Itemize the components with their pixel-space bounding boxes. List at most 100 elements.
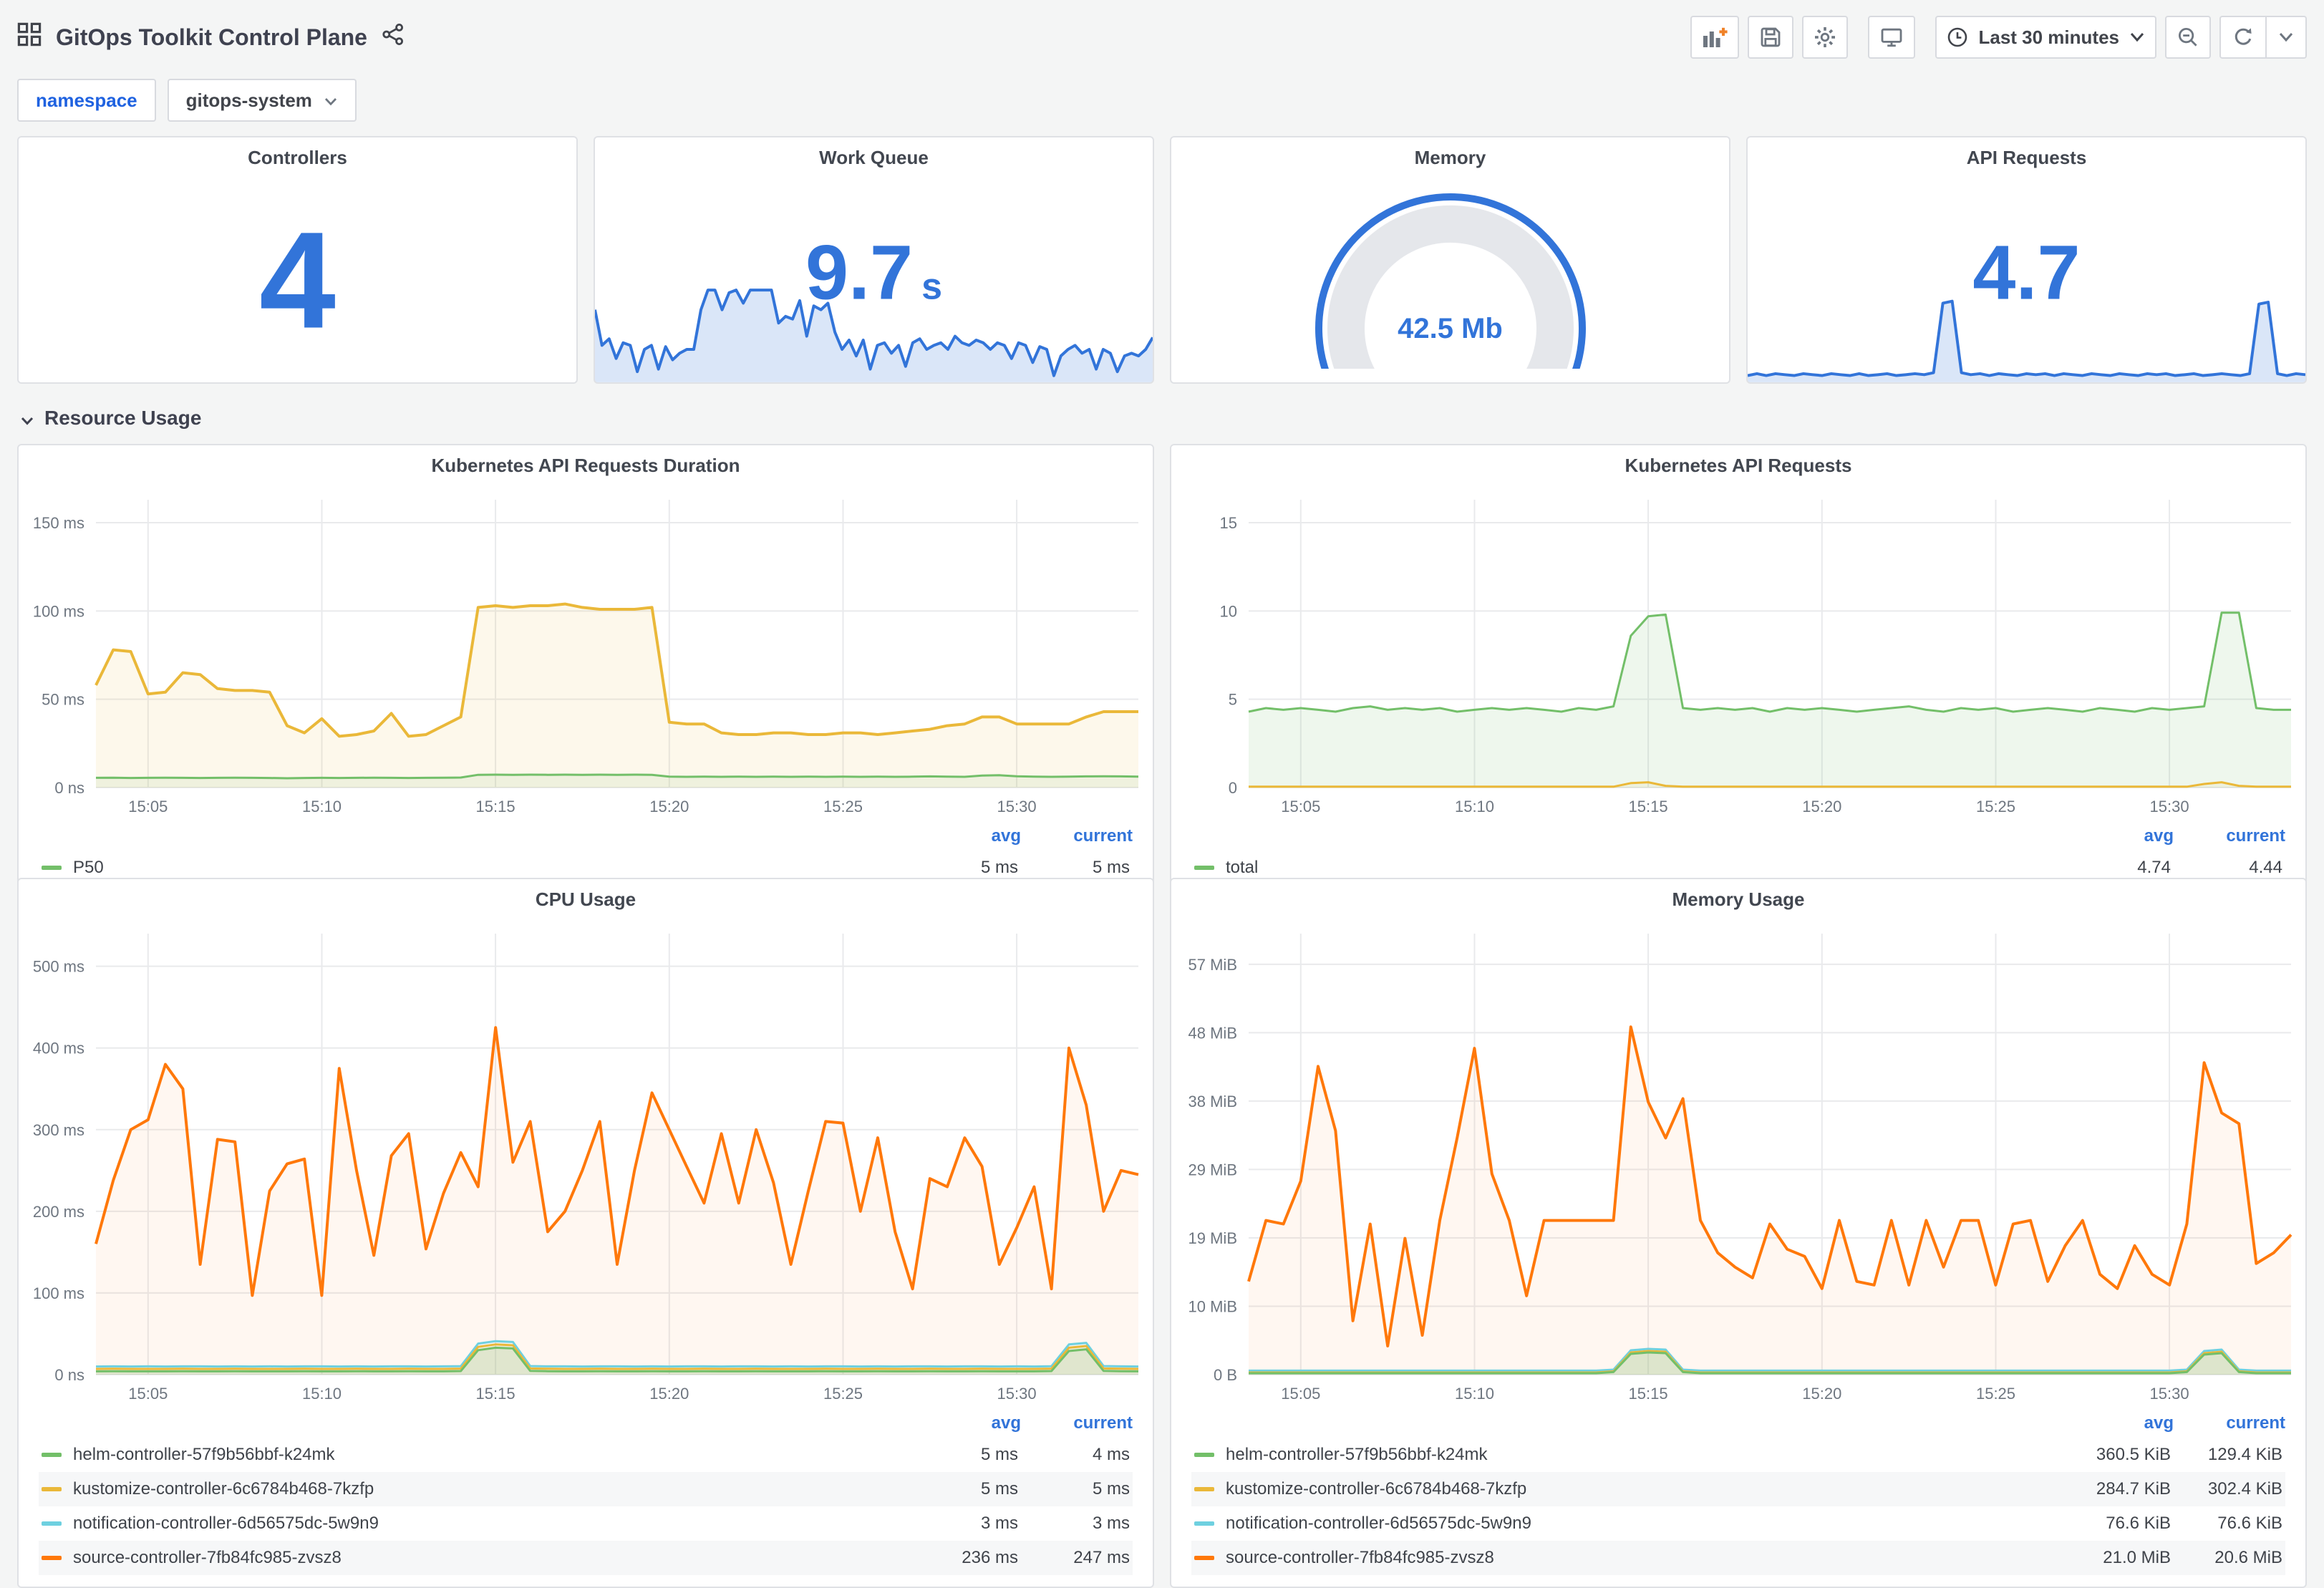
svg-text:15:25: 15:25 — [1976, 1385, 2015, 1403]
svg-text:15:15: 15:15 — [476, 1385, 515, 1403]
series-avg-value: 5 ms — [980, 1445, 1018, 1464]
svg-text:10: 10 — [1220, 602, 1237, 620]
series-avg-value: 236 ms — [962, 1548, 1018, 1567]
panel-title[interactable]: API Requests — [1748, 137, 2305, 178]
series-color-swatch — [1194, 1521, 1214, 1526]
section-title: Resource Usage — [44, 407, 202, 429]
series-current-value: 4.44 — [2249, 858, 2282, 877]
svg-text:500 ms: 500 ms — [33, 958, 84, 976]
chevron-down-icon — [324, 89, 338, 112]
panel-title[interactable]: Work Queue — [595, 137, 1153, 178]
cpu-usage-chart[interactable]: 0 ns 100 ms 200 ms 300 ms 400 ms 500 ms 15:05 1… — [19, 919, 1153, 1409]
legend-row[interactable]: helm-controller-57f9b56bbf-k24mk 5 ms 4 ms — [39, 1438, 1133, 1472]
variables-row: namespace gitops-system — [17, 76, 2307, 125]
series-color-swatch — [1194, 866, 1214, 870]
chevron-down-icon — [20, 405, 34, 432]
refresh-button-group — [2219, 16, 2307, 59]
legend-row[interactable]: source-controller-7fb84fc985-zvsz8 21.0 M… — [1191, 1541, 2285, 1575]
panel-title[interactable]: Controllers — [19, 137, 576, 178]
svg-text:38 MiB: 38 MiB — [1188, 1093, 1237, 1110]
k8s-api-duration-chart[interactable]: 0 ns 50 ms 100 ms 150 ms 15:05 15:10 15:15 15:2… — [19, 485, 1153, 822]
header-bar: GitOps Toolkit Control Plane Last 30 min… — [17, 9, 2307, 66]
variable-value-dropdown[interactable]: gitops-system — [167, 79, 357, 122]
series-current-value: 129.4 KiB — [2207, 1445, 2282, 1464]
series-color-swatch — [42, 1453, 62, 1457]
svg-text:15:05: 15:05 — [128, 1385, 168, 1403]
series-name: kustomize-controller-6c6784b468-7kzfp — [1226, 1479, 1527, 1499]
svg-text:200 ms: 200 ms — [33, 1203, 84, 1221]
refresh-interval-dropdown[interactable] — [2265, 17, 2305, 57]
panel-title[interactable]: Kubernetes API Requests Duration — [19, 445, 1153, 485]
zoom-out-button[interactable] — [2165, 16, 2211, 59]
svg-text:15:15: 15:15 — [1629, 798, 1668, 815]
panel-title[interactable]: Memory Usage — [1171, 879, 2305, 919]
svg-text:15:30: 15:30 — [2150, 1385, 2189, 1403]
share-icon[interactable] — [382, 23, 405, 52]
add-panel-button[interactable] — [1690, 16, 1740, 59]
k8s-api-requests-chart[interactable]: 0 5 10 15 15:05 15:10 15:15 15:20 15:25 15:30 — [1171, 485, 2305, 822]
svg-text:15:20: 15:20 — [649, 1385, 689, 1403]
svg-text:300 ms: 300 ms — [33, 1121, 84, 1139]
series-name: total — [1226, 858, 1259, 877]
chart-legend: avg current helm-controller-57f9b56bbf-k2… — [1171, 1409, 2305, 1578]
legend-row[interactable]: source-controller-7fb84fc985-zvsz8 236 ms… — [39, 1541, 1133, 1575]
series-name: P50 — [73, 858, 104, 877]
panel-work-queue: Work Queue 9.7 s — [594, 136, 1154, 384]
dashboard-settings-button[interactable] — [1802, 16, 1849, 59]
clock-icon — [1947, 26, 1968, 48]
panel-cpu-usage: CPU Usage 0 ns 100 ms 200 ms 300 ms 400 ms 50… — [17, 878, 1154, 1588]
series-current-value: 20.6 MiB — [2214, 1548, 2282, 1567]
series-color-swatch — [1194, 1556, 1214, 1560]
cycle-view-mode-button[interactable] — [1868, 16, 1916, 59]
svg-text:15: 15 — [1220, 514, 1237, 532]
save-dashboard-button[interactable] — [1748, 16, 1794, 59]
stats-row: Controllers 4 Work Queue 9.7 s Memory 42.… — [17, 136, 2307, 384]
panel-title[interactable]: CPU Usage — [19, 879, 1153, 919]
series-avg-value: 5 ms — [980, 858, 1018, 877]
chart-row-2: CPU Usage 0 ns 100 ms 200 ms 300 ms 400 ms 50… — [17, 878, 2307, 1588]
svg-text:15:20: 15:20 — [1802, 798, 1841, 815]
panel-api-requests: API Requests 4.7 — [1746, 136, 2307, 384]
work-queue-sparkline[interactable] — [595, 282, 1153, 382]
svg-text:15:05: 15:05 — [1281, 798, 1320, 815]
legend-row[interactable]: kustomize-controller-6c6784b468-7kzfp 5 m… — [39, 1472, 1133, 1506]
series-current-value: 4 ms — [1092, 1445, 1130, 1464]
series-name: helm-controller-57f9b56bbf-k24mk — [1226, 1445, 1488, 1464]
dashboard-grid-icon[interactable] — [17, 22, 42, 52]
series-avg-value: 21.0 MiB — [2103, 1548, 2171, 1567]
series-name: notification-controller-6d56575dc-5w9n9 — [73, 1514, 379, 1533]
refresh-button[interactable] — [2221, 17, 2265, 57]
series-current-value: 3 ms — [1092, 1514, 1130, 1533]
panel-controllers: Controllers 4 — [17, 136, 578, 384]
svg-text:0: 0 — [1229, 779, 1237, 797]
api-requests-sparkline[interactable] — [1748, 282, 2305, 382]
series-avg-value: 76.6 KiB — [2106, 1514, 2171, 1533]
panel-title[interactable]: Kubernetes API Requests — [1171, 445, 2305, 485]
time-range-label: Last 30 minutes — [1978, 26, 2119, 48]
svg-text:15:20: 15:20 — [1802, 1385, 1841, 1403]
series-current-value: 5 ms — [1092, 1479, 1130, 1499]
svg-text:5: 5 — [1229, 691, 1237, 709]
svg-text:15:20: 15:20 — [649, 798, 689, 815]
series-avg-value: 5 ms — [980, 1479, 1018, 1499]
panel-k8s-api-requests: Kubernetes API Requests 0 5 10 15 15:05 15:10… — [1170, 444, 2307, 932]
svg-text:15:10: 15:10 — [1455, 798, 1494, 815]
time-range-picker[interactable]: Last 30 minutes — [1935, 16, 2156, 59]
legend-row[interactable]: helm-controller-57f9b56bbf-k24mk 360.5 Ki… — [1191, 1438, 2285, 1472]
legend-row[interactable]: notification-controller-6d56575dc-5w9n9 7… — [1191, 1506, 2285, 1541]
svg-text:15:30: 15:30 — [997, 1385, 1037, 1403]
svg-text:15:05: 15:05 — [128, 798, 168, 815]
legend-row[interactable]: notification-controller-6d56575dc-5w9n9 3… — [39, 1506, 1133, 1541]
dashboard-page: GitOps Toolkit Control Plane Last 30 min… — [0, 0, 2324, 1588]
svg-text:15:30: 15:30 — [2150, 798, 2189, 815]
svg-text:10 MiB: 10 MiB — [1188, 1297, 1237, 1315]
legend-row[interactable]: kustomize-controller-6c6784b468-7kzfp 284… — [1191, 1472, 2285, 1506]
chart-row-1: Kubernetes API Requests Duration 0 ns 50 … — [17, 444, 2307, 932]
memory-usage-chart[interactable]: 0 B 10 MiB 19 MiB 29 MiB 38 MiB 48 MiB 57 MiB 1… — [1171, 919, 2305, 1409]
variable-label-namespace: namespace — [17, 79, 156, 122]
svg-text:50 ms: 50 ms — [42, 691, 84, 709]
row-resource-usage[interactable]: Resource Usage — [20, 402, 2307, 434]
svg-text:57 MiB: 57 MiB — [1188, 956, 1237, 974]
svg-text:19 MiB: 19 MiB — [1188, 1229, 1237, 1247]
panel-title[interactable]: Memory — [1171, 137, 1729, 178]
